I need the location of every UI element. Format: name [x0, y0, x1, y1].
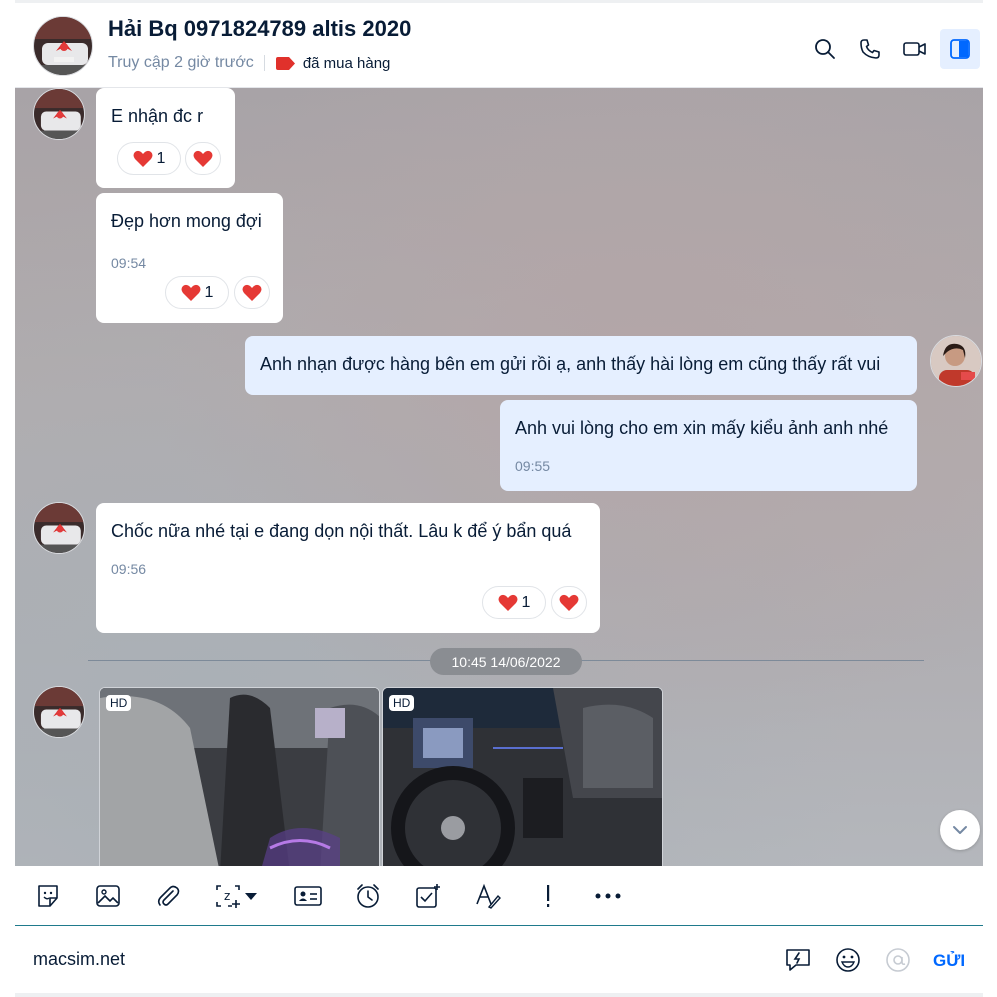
reaction-count: 1 [204, 283, 214, 301]
message-composer: macsim.net GỬI [15, 927, 983, 993]
dropdown-caret-icon [245, 893, 257, 900]
search-button[interactable] [805, 29, 845, 69]
chat-window: Hải Bq 0971824789 altis 2020 Truy cập 2 … [0, 0, 997, 997]
message-text: Chốc nữa nhé tại e đang dọn nội thất. Lâ… [111, 521, 572, 541]
heart-icon [242, 284, 262, 301]
message-text: Đẹp hơn mong đợi [111, 211, 262, 231]
car-interior-photo [100, 688, 379, 866]
heart-icon [133, 150, 153, 167]
my-message-bubble[interactable]: Anh vui lòng cho em xin mấy kiểu ảnh anh… [500, 400, 917, 491]
send-button[interactable]: GỬI [933, 951, 965, 971]
sticker-icon [38, 885, 58, 907]
attachment-icon [157, 885, 180, 906]
header-subtitle: Truy cập 2 giờ trước đã mua hàng [108, 54, 390, 72]
window-bottom-edge [15, 993, 983, 997]
message-list[interactable]: E nhận đc r 1 Đẹp hơn mong đợi 09:54 1 A… [15, 88, 983, 866]
sender-avatar[interactable] [33, 88, 85, 140]
assign-task-button[interactable] [410, 878, 446, 914]
contact-avatar[interactable] [33, 16, 93, 76]
emoji-button[interactable] [832, 944, 864, 976]
heart-icon [193, 150, 213, 167]
message-bubble[interactable]: Chốc nữa nhé tại e đang dọn nội thất. Lâ… [96, 503, 600, 633]
send-image-button[interactable] [90, 878, 126, 914]
video-icon [903, 42, 926, 56]
my-message-bubble[interactable]: Anh nhạn được hàng bên em gửi rồi ạ, anh… [245, 336, 917, 395]
scroll-to-bottom-button[interactable] [940, 810, 980, 850]
reaction-count-badge[interactable]: 1 [117, 142, 181, 175]
chevron-down-icon [953, 826, 967, 834]
side-panel-icon [950, 39, 970, 59]
photo-attachment[interactable]: HD [99, 687, 380, 866]
mention-button[interactable] [882, 944, 914, 976]
message-time: 09:54 [111, 255, 147, 271]
reminder-clock-icon [357, 884, 379, 908]
video-call-button[interactable] [895, 29, 935, 69]
message-text: Anh vui lòng cho em xin mấy kiểu ảnh anh… [515, 418, 889, 438]
contact-name[interactable]: Hải Bq 0971824789 altis 2020 [108, 16, 411, 42]
photo-attachment[interactable]: HD [382, 687, 663, 866]
mention-icon [886, 948, 910, 972]
customer-label[interactable]: đã mua hàng [303, 55, 391, 72]
heart-icon [181, 284, 201, 301]
message-bubble[interactable]: Đẹp hơn mong đợi 09:54 1 [96, 193, 283, 323]
heart-icon [498, 594, 518, 611]
image-icon [96, 885, 120, 907]
svg-text:z: z [224, 889, 230, 903]
emoji-icon [836, 948, 860, 972]
message-text: Anh nhạn được hàng bên em gửi rồi ạ, anh… [260, 354, 881, 374]
create-reminder-button[interactable] [350, 878, 386, 914]
quick-message-button[interactable] [782, 944, 814, 976]
text-format-icon [476, 883, 501, 909]
message-time: 09:56 [111, 561, 147, 577]
text-format-button[interactable] [470, 878, 506, 914]
more-icon [595, 893, 621, 899]
composer-toolbar: z [15, 866, 983, 926]
reaction-count: 1 [156, 149, 166, 167]
reaction-count-badge[interactable]: 1 [482, 586, 546, 619]
message-time: 09:55 [515, 458, 551, 474]
conversation-header: Hải Bq 0971824789 altis 2020 Truy cập 2 … [15, 0, 983, 88]
conversation-info-toggle[interactable] [940, 29, 980, 69]
phone-icon [860, 39, 880, 59]
label-tag-icon[interactable] [275, 56, 295, 70]
screenshot-icon: z [216, 885, 240, 908]
last-seen-status: Truy cập 2 giờ trước [108, 54, 254, 71]
contact-card-icon [294, 886, 322, 906]
quick-message-icon [786, 949, 810, 971]
react-button[interactable] [185, 142, 221, 175]
react-button[interactable] [551, 586, 587, 619]
message-bubble[interactable]: E nhận đc r 1 [96, 88, 235, 188]
message-input[interactable]: macsim.net [33, 949, 125, 970]
sender-avatar[interactable] [33, 502, 85, 554]
sticker-button[interactable] [30, 878, 66, 914]
hd-badge: HD [106, 695, 132, 711]
call-button[interactable] [850, 29, 890, 69]
heart-icon [559, 594, 579, 611]
message-text: E nhận đc r [111, 106, 204, 126]
divider [263, 55, 265, 71]
task-icon [416, 884, 440, 908]
mark-important-button[interactable] [530, 878, 566, 914]
more-options-button[interactable] [590, 878, 626, 914]
date-divider: 10:45 14/06/2022 [430, 648, 582, 675]
react-button[interactable] [234, 276, 270, 309]
send-contact-card-button[interactable] [290, 878, 326, 914]
screenshot-options-dropdown[interactable] [241, 878, 261, 914]
sender-avatar[interactable] [33, 686, 85, 738]
reaction-count-badge[interactable]: 1 [165, 276, 229, 309]
hd-badge: HD [389, 695, 415, 711]
important-icon [547, 885, 550, 907]
reaction-count: 1 [521, 593, 531, 611]
search-icon [815, 39, 835, 59]
my-avatar[interactable] [930, 335, 982, 387]
attach-file-button[interactable] [150, 878, 186, 914]
car-dashboard-photo [383, 688, 662, 866]
